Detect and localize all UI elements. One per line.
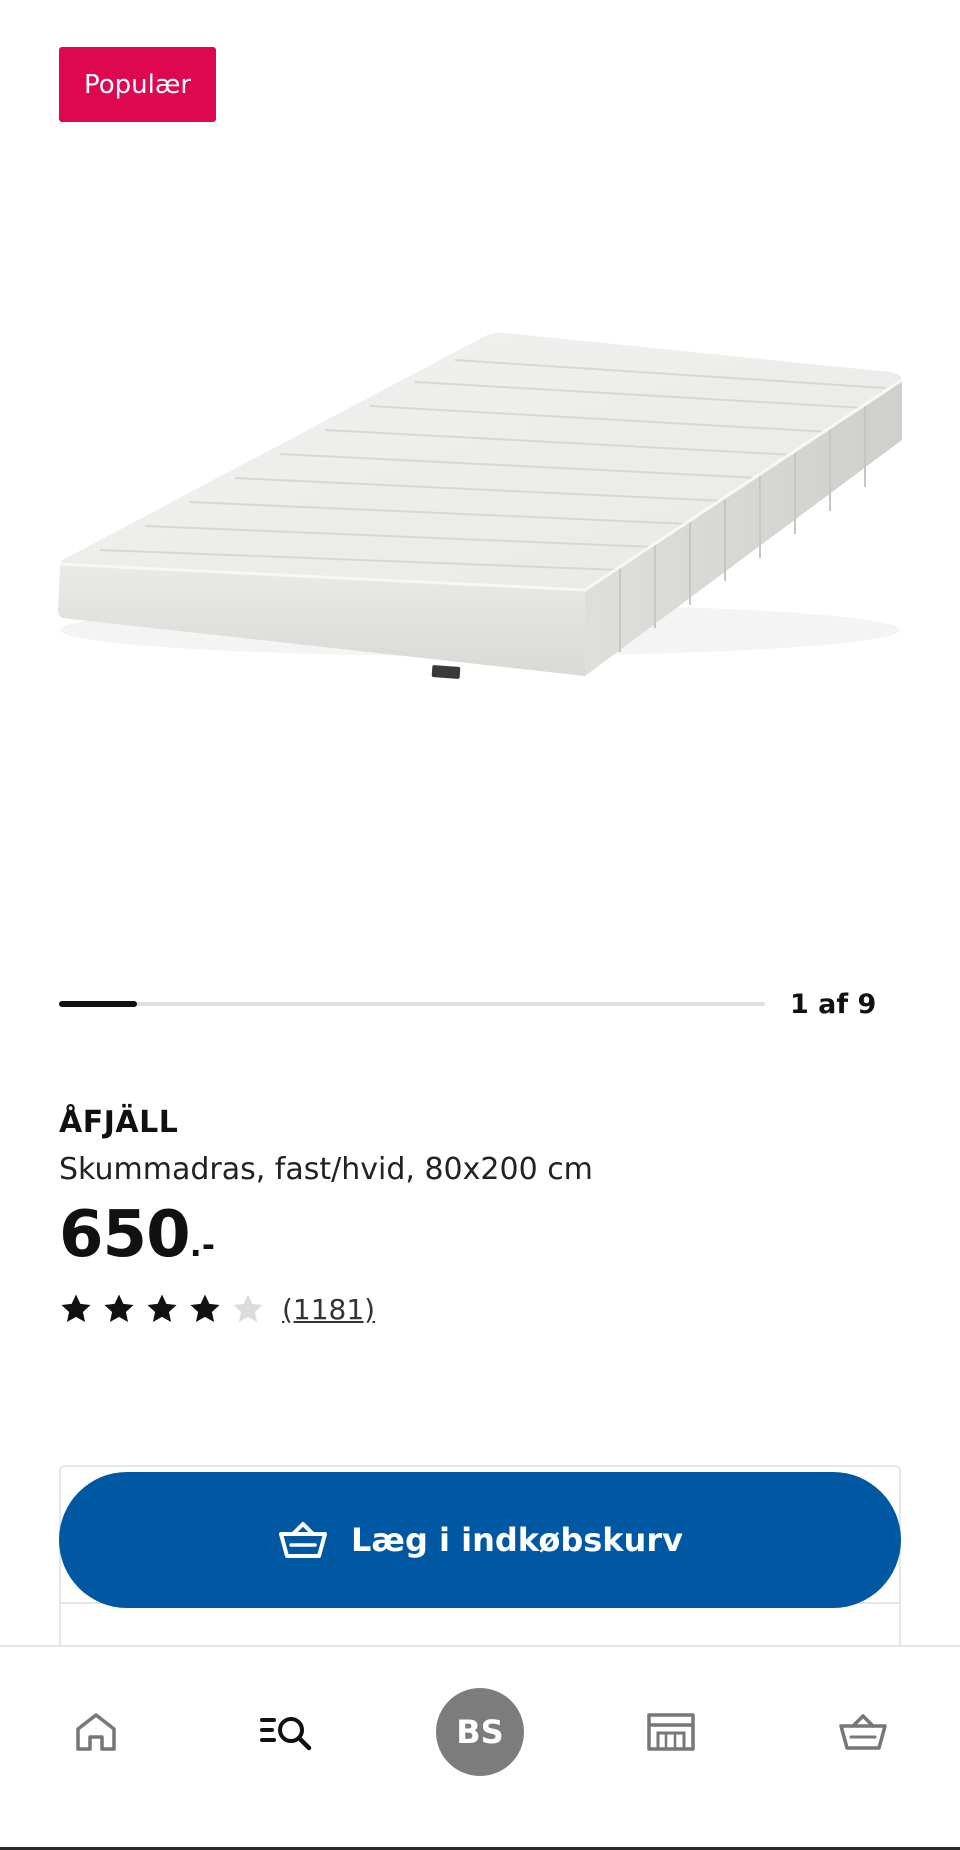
product-price: 650.-: [59, 1200, 215, 1280]
star-empty-icon: [233, 1294, 263, 1323]
carousel-counter: 1 af 9: [790, 989, 877, 1020]
review-count-link[interactable]: (1181): [282, 1293, 375, 1326]
nav-home[interactable]: [51, 1687, 141, 1777]
cart-icon: [839, 1714, 887, 1750]
add-to-cart-label: Læg i indkøbskurv: [351, 1521, 683, 1559]
product-name[interactable]: ÅFJÄLL: [59, 1104, 178, 1142]
star-filled-icon: [190, 1294, 220, 1323]
price-suffix: .-: [189, 1226, 216, 1264]
rating-stars: [59, 1292, 274, 1326]
product-rating[interactable]: (1181): [59, 1289, 375, 1329]
star-filled-icon: [104, 1294, 134, 1323]
cart-icon: [279, 1522, 328, 1558]
bottom-navigation: BS: [0, 1645, 960, 1850]
popular-badge: Populær: [59, 47, 216, 122]
price-value: 650: [59, 1198, 191, 1272]
nav-cart[interactable]: [818, 1687, 908, 1777]
carousel-progress-fill: [59, 1001, 137, 1007]
search-list-icon: [260, 1717, 312, 1751]
product-image[interactable]: [0, 300, 960, 720]
nav-store[interactable]: [626, 1687, 716, 1777]
popular-badge-label: Populær: [83, 69, 192, 100]
profile-avatar: BS: [436, 1688, 524, 1776]
home-icon: [76, 1713, 116, 1751]
nav-profile[interactable]: BS: [435, 1687, 525, 1777]
star-filled-icon: [61, 1294, 91, 1323]
product-description: Skummadras, fast/hvid, 80x200 cm: [59, 1152, 593, 1187]
carousel-progress-bar[interactable]: [59, 1001, 765, 1007]
add-to-cart-button[interactable]: Læg i indkøbskurv: [59, 1472, 901, 1608]
nav-search[interactable]: [242, 1687, 332, 1777]
star-filled-icon: [147, 1294, 177, 1323]
store-icon: [647, 1713, 695, 1751]
